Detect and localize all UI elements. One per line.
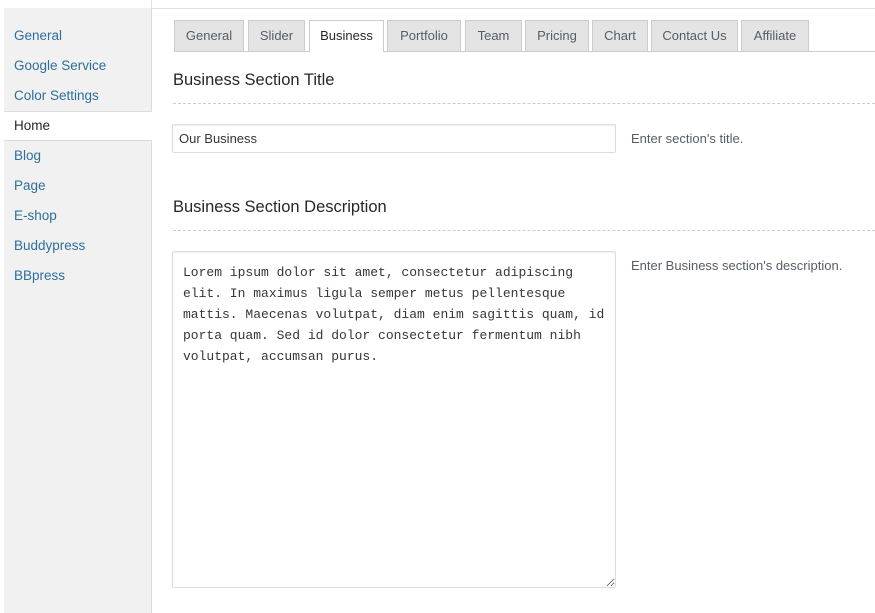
section-divider [173, 103, 875, 104]
business-title-input[interactable] [172, 124, 616, 153]
sidebar-item-home[interactable]: Home [4, 111, 152, 141]
sidebar-item-page[interactable]: Page [4, 171, 151, 201]
business-description-heading: Business Section Description [173, 198, 387, 216]
tab-business[interactable]: Business [309, 20, 384, 52]
sidebar-item-bbpress[interactable]: BBpress [4, 261, 151, 291]
tab-pricing[interactable]: Pricing [525, 20, 589, 51]
section-divider [173, 230, 875, 231]
tab-slider[interactable]: Slider [248, 20, 305, 51]
business-title-heading: Business Section Title [173, 71, 335, 89]
sidebar-item-general[interactable]: General [4, 21, 151, 51]
sidebar-item-buddypress[interactable]: Buddypress [4, 231, 151, 261]
tab-chart[interactable]: Chart [592, 20, 648, 51]
sidebar-item-blog[interactable]: Blog [4, 141, 151, 171]
sidebar-menu: General Google Service Color Settings Ho… [4, 8, 152, 291]
top-bar-divider [151, 0, 152, 8]
sidebar-item-google-service[interactable]: Google Service [4, 51, 151, 81]
business-title-help: Enter section's title. [631, 131, 744, 146]
tab-affiliate[interactable]: Affiliate [741, 20, 809, 51]
tab-contact-us[interactable]: Contact Us [651, 20, 738, 51]
tab-general[interactable]: General [174, 20, 244, 51]
tab-team[interactable]: Team [465, 20, 522, 51]
sidebar-item-e-shop[interactable]: E-shop [4, 201, 151, 231]
business-description-textarea[interactable]: Lorem ipsum dolor sit amet, consectetur … [172, 251, 616, 588]
business-description-help: Enter Business section's description. [631, 258, 843, 273]
settings-sidebar: General Google Service Color Settings Ho… [4, 8, 152, 613]
sidebar-item-color-settings[interactable]: Color Settings [4, 81, 151, 111]
section-tabs: General Slider Business Portfolio Team P… [174, 20, 875, 52]
tab-portfolio[interactable]: Portfolio [387, 20, 461, 51]
